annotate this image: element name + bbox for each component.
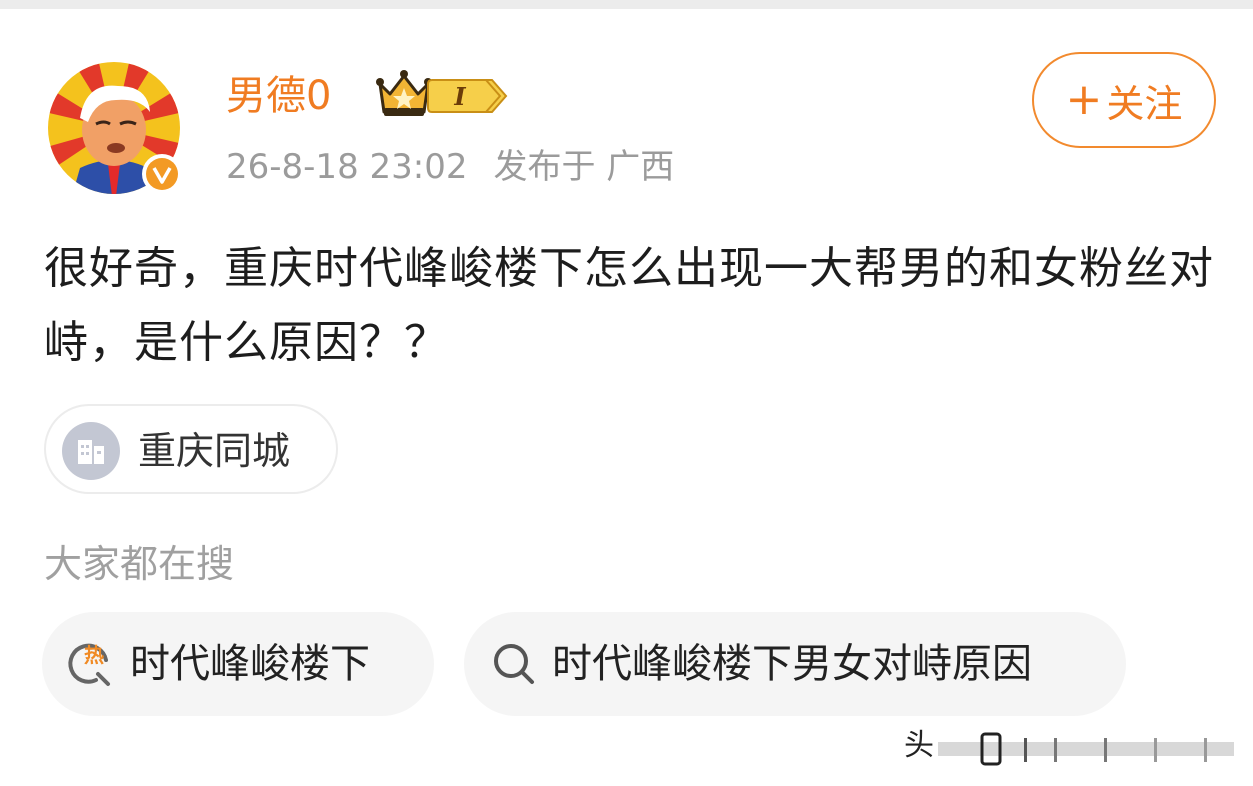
level-badge: I [426, 78, 510, 114]
search-suggestion-pill[interactable]: 时代峰峻楼下男女对峙原因 [464, 612, 1126, 716]
svg-text:热: 热 [84, 643, 104, 667]
hot-search-icon: 热 [66, 640, 114, 688]
post-body: 很好奇，重庆时代峰峻楼下怎么出现一大帮男的和女粉丝对峙，是什么原因？？ [44, 243, 1214, 368]
topic-tag-chip[interactable]: 重庆同城 [44, 404, 338, 494]
username[interactable]: 男德0 [226, 66, 331, 126]
plus-icon: + [1065, 74, 1103, 125]
crown-icon [374, 68, 434, 120]
hot-search-label: 时代峰峻楼下 [130, 641, 370, 687]
everyone-searching-heading: 大家都在搜 [44, 542, 235, 586]
post-timestamp: 26-8-18 23:02 [226, 147, 468, 187]
post-location: 发布于 广西 [493, 147, 675, 187]
watermark: 头 [904, 724, 1234, 772]
post-meta: 26-8-18 23:02 发布于 广西 [226, 140, 674, 194]
search-icon [490, 640, 538, 688]
level-label: I [453, 82, 466, 111]
follow-button[interactable]: + 关注 [1032, 52, 1216, 148]
follow-label: 关注 [1106, 81, 1183, 126]
building-icon [62, 422, 120, 480]
search-suggestion-label: 时代峰峻楼下男女对峙原因 [552, 641, 1032, 687]
hot-search-pill[interactable]: 热 时代峰峻楼下 [42, 612, 434, 716]
top-divider [0, 0, 1253, 9]
topic-tag-label: 重庆同城 [138, 429, 291, 473]
avatar[interactable] [46, 60, 182, 196]
